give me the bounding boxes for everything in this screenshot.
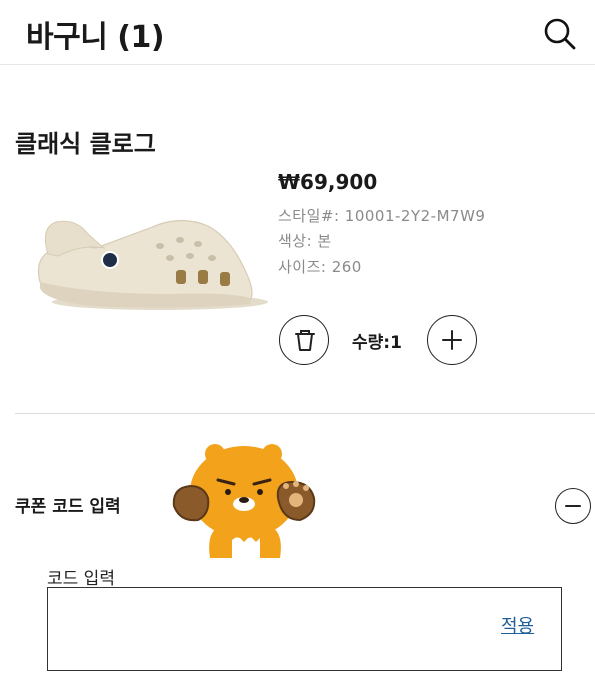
- trash-icon: [295, 330, 315, 351]
- product-size: 사이즈: 260: [278, 258, 362, 276]
- increase-quantity-button[interactable]: [427, 315, 477, 365]
- coupon-section-label: 쿠폰 코드 입력: [15, 497, 121, 517]
- app-header: 바구니 (1): [0, 0, 595, 65]
- product-price: ₩69,900: [278, 170, 378, 194]
- minus-circle-icon: [565, 505, 581, 507]
- coupon-code-box: 적용: [47, 587, 562, 671]
- product-style: 스타일#: 10001-2Y2-M7W9: [278, 207, 486, 225]
- coupon-code-input[interactable]: [58, 598, 482, 660]
- plus-icon: [442, 330, 462, 350]
- product-name: 클래식 클로그: [15, 130, 156, 158]
- product-image-clog: [37, 219, 268, 310]
- delete-button[interactable]: [279, 315, 329, 365]
- bear-character-sticker: [172, 444, 316, 558]
- code-input-label: 코드 입력: [47, 569, 115, 589]
- product-color: 색상: 본: [278, 232, 332, 250]
- collapse-coupon-button[interactable]: [555, 488, 591, 524]
- quantity-label: 수량:1: [352, 333, 402, 353]
- search-icon: [544, 18, 576, 50]
- search-button[interactable]: [540, 14, 580, 54]
- apply-coupon-link[interactable]: 적용: [501, 612, 534, 638]
- page-title: 바구니 (1): [26, 20, 165, 55]
- section-divider: [15, 413, 595, 414]
